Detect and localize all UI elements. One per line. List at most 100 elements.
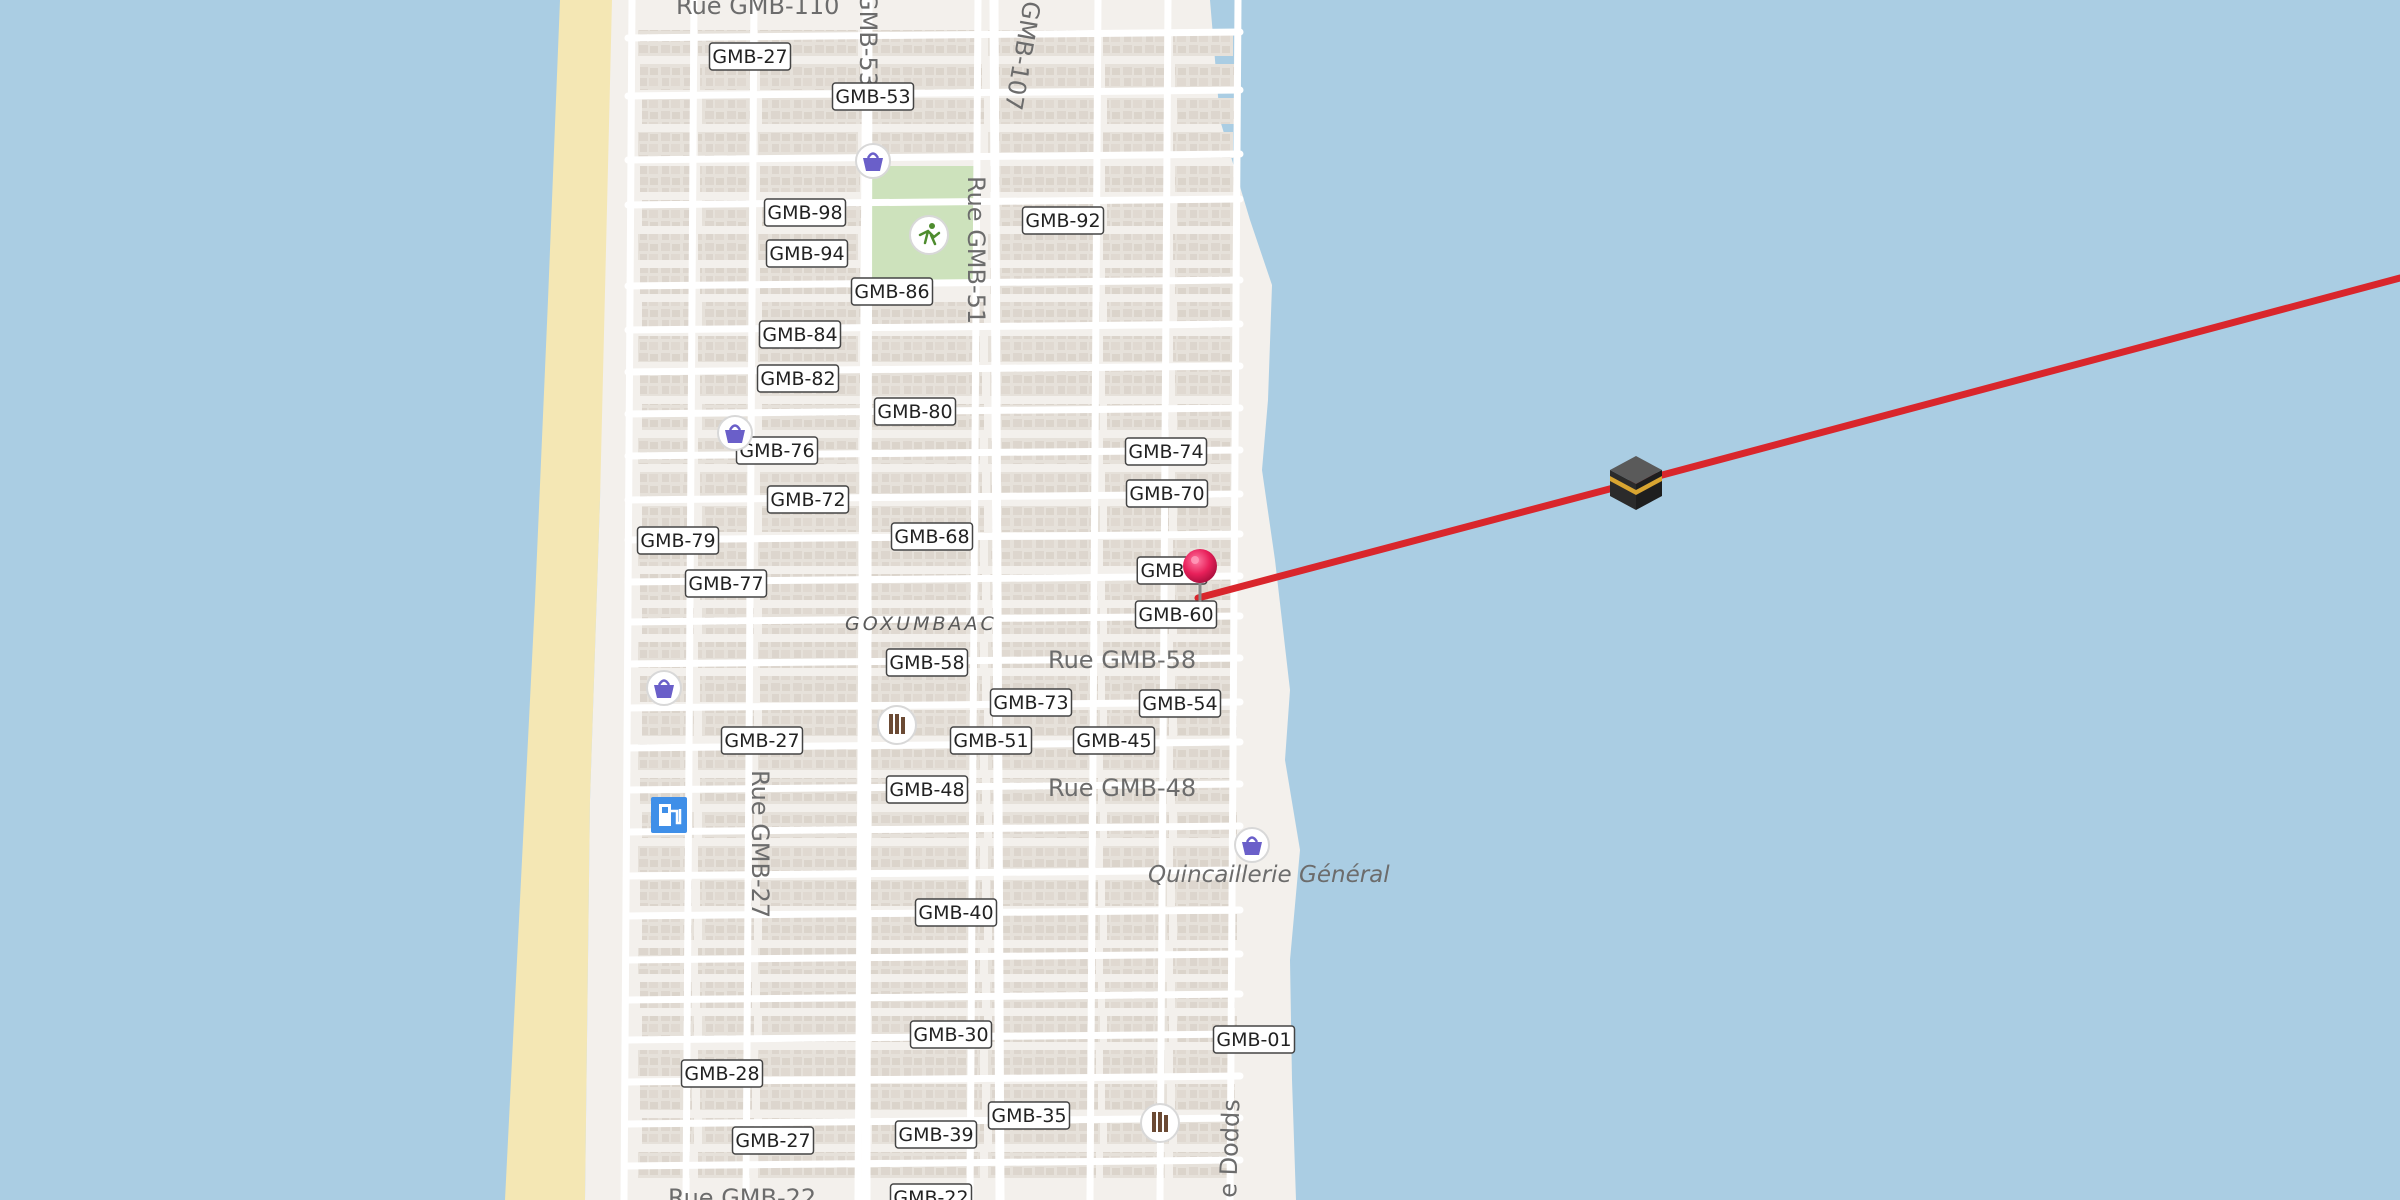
building-block (640, 166, 692, 192)
building-block (1173, 744, 1233, 770)
building-block (698, 132, 750, 158)
shop-icon[interactable] (646, 670, 682, 706)
road-badge-label: GMB-70 (1129, 483, 1204, 505)
map-canvas[interactable]: Rue GMB-110 Rue GMB-51 Rue GMB-58 Rue GM… (0, 0, 2400, 1200)
road-badge[interactable]: GMB-27 (708, 42, 792, 71)
road-badge[interactable]: GMB-01 (1212, 1025, 1296, 1054)
road-badge[interactable]: GMB-79 (636, 526, 720, 555)
library-icon[interactable] (1140, 1103, 1180, 1143)
building-block (868, 336, 980, 362)
road-badge-label: GMB-74 (1128, 441, 1203, 463)
road-badge-label: GMB-48 (889, 779, 964, 801)
road-badge[interactable]: GMB-40 (914, 898, 998, 927)
building-block (760, 166, 860, 192)
building-block (638, 30, 690, 56)
road-badge[interactable]: GMB-74 (1124, 437, 1208, 466)
road-badge[interactable]: GMB-77 (684, 569, 768, 598)
building-block (1175, 370, 1235, 396)
road-badge[interactable]: GMB-80 (873, 397, 957, 426)
road-badge-label: GMB-39 (898, 1124, 973, 1146)
road-badge[interactable]: GMB-70 (1125, 479, 1209, 508)
building-block (992, 914, 1100, 940)
road-badge[interactable]: GMB-73 (989, 688, 1073, 717)
building-block (638, 438, 690, 464)
building-block (700, 268, 752, 294)
road-badge-label: GMB-94 (769, 243, 844, 265)
road-badge[interactable]: GMB-60 (1134, 600, 1218, 629)
library-icon[interactable] (877, 705, 917, 745)
road-badge[interactable]: GMB-48 (885, 775, 969, 804)
road-badge-label: GMB-51 (953, 730, 1028, 752)
road-badge[interactable]: GMB-72 (766, 485, 850, 514)
building-block (870, 1084, 982, 1110)
road-badge[interactable]: GMB-54 (1138, 689, 1222, 718)
street-label: GMB-53 (854, 0, 882, 87)
road-badge[interactable]: GMB-94 (765, 239, 849, 268)
building-block (872, 812, 984, 838)
building-block (700, 166, 752, 192)
building-block (642, 302, 694, 328)
road-badge[interactable]: GMB-86 (850, 277, 934, 306)
road-badge[interactable]: GMB-35 (987, 1101, 1071, 1130)
building-block (1105, 166, 1167, 192)
road-badge-label: GMB-45 (1076, 730, 1151, 752)
building-block (992, 506, 1100, 532)
neighborhood-label: GOXUMBAAC (845, 613, 997, 635)
road-badge-label: GMB-27 (735, 1130, 810, 1152)
building-block (1103, 1152, 1165, 1178)
street-label: Rue GMB-48 (1048, 774, 1196, 802)
road-badge-label: GMB-77 (688, 573, 763, 595)
main-road (861, 0, 873, 1200)
building-block (1177, 98, 1237, 124)
poi-label-quincaillerie[interactable]: Quincaillerie Général (1148, 862, 1390, 888)
shop-icon[interactable] (1234, 827, 1270, 863)
building-block (1105, 64, 1167, 90)
road-badge[interactable]: GMB-84 (758, 320, 842, 349)
building-block (988, 234, 1096, 260)
building-block (640, 880, 692, 906)
building-block (700, 880, 752, 906)
building-block (1103, 336, 1165, 362)
building-block (640, 574, 692, 600)
road-badge[interactable]: GMB-22 (889, 1183, 973, 1200)
road-badge[interactable]: GMB-53 (831, 82, 915, 111)
building-block (1175, 64, 1235, 90)
building-block (868, 846, 980, 872)
building-block (698, 846, 750, 872)
road-badge[interactable]: GMB-58 (885, 648, 969, 677)
building-block (990, 370, 1098, 396)
building-block (700, 676, 752, 702)
shop-icon[interactable] (855, 143, 891, 179)
fuel-icon[interactable] (651, 797, 687, 833)
street-label: Rue GMB-58 (1048, 646, 1196, 674)
road-badge[interactable]: GMB-39 (894, 1120, 978, 1149)
playground-icon[interactable] (909, 215, 949, 255)
road-badge[interactable]: GMB-28 (680, 1059, 764, 1088)
road-badge[interactable]: GMB-27 (720, 726, 804, 755)
building-block (1173, 234, 1233, 260)
road-badge-label: GMB-73 (993, 692, 1068, 714)
building-block (638, 132, 690, 158)
building-block (760, 676, 860, 702)
road-badge[interactable]: GMB-27 (731, 1126, 815, 1155)
road-badge-label: GMB-72 (770, 489, 845, 511)
building-block (1105, 370, 1167, 396)
building-block (988, 336, 1096, 362)
road-badge[interactable]: GMB-82 (756, 364, 840, 393)
main-road (989, 0, 1005, 1200)
building-block (758, 132, 858, 158)
building-block (1173, 1050, 1233, 1076)
road-badge-label: GMB-84 (762, 324, 837, 346)
road-badge[interactable]: GMB-92 (1021, 206, 1105, 235)
street-label: Rue GMB-22 (668, 1184, 816, 1200)
shop-icon[interactable] (717, 415, 753, 451)
road-badge[interactable]: GMB-98 (763, 198, 847, 227)
road-badge[interactable]: GMB-30 (909, 1020, 993, 1049)
building-block (1177, 200, 1237, 226)
road-badge[interactable]: GMB-68 (890, 522, 974, 551)
road-badge-label: GMB-53 (835, 86, 910, 108)
road-badge[interactable]: GMB-45 (1072, 726, 1156, 755)
building-block (1107, 98, 1169, 124)
building-block (1107, 506, 1169, 532)
road-badge[interactable]: GMB-51 (949, 726, 1033, 755)
